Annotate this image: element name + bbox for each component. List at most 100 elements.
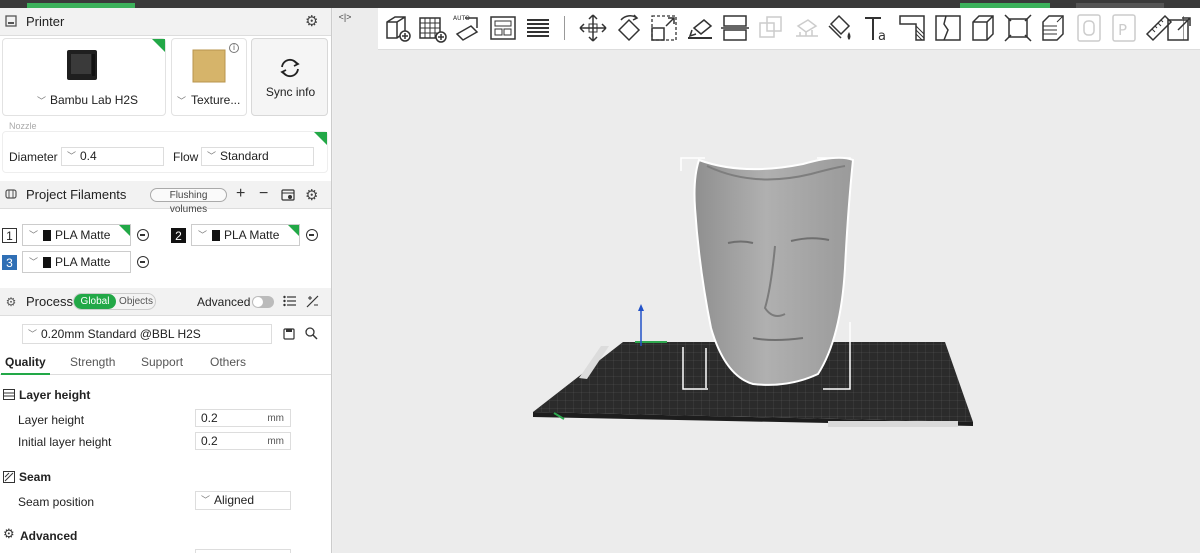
add-filament-icon[interactable]: + (236, 186, 245, 202)
plate-dropdown-chevron-icon: ﹀ (177, 96, 187, 106)
collapse-sidebar-icon[interactable]: <|> (335, 10, 355, 24)
seam-paint-icon[interactable] (932, 12, 964, 44)
flow-select[interactable]: ﹀ Standard (201, 147, 314, 166)
filament-number-1: 1 (2, 228, 17, 243)
remove-filament-icon[interactable]: − (259, 186, 268, 202)
mesh-boolean-icon[interactable] (755, 12, 787, 44)
printer-section-header[interactable]: Printer (0, 8, 331, 36)
seam-icon (3, 471, 15, 483)
advanced-group-title: Advanced (20, 529, 78, 543)
fuzzy-skin-icon[interactable] (1037, 12, 1069, 44)
arrange-grid-icon[interactable] (416, 12, 448, 44)
process-tabs: Quality Strength Support Others (0, 353, 331, 375)
filament-number-2: 2 (171, 228, 186, 243)
plate-name: Texture... (191, 93, 241, 107)
ams-sync-icon[interactable] (281, 189, 295, 201)
remove-filament-3-icon[interactable] (137, 256, 149, 268)
3d-viewport[interactable] (333, 8, 1200, 553)
objects-toggle-option[interactable]: Objects (116, 294, 156, 309)
printer-section-title: Printer (26, 14, 65, 29)
advanced-input-partial[interactable] (195, 549, 291, 553)
chevron-down-icon: ﹀ (28, 329, 38, 339)
tab-strength[interactable]: Strength (70, 355, 115, 369)
brim-ears-icon[interactable] (1073, 12, 1105, 44)
printer-card[interactable]: ﹀ Bambu Lab H2S (2, 38, 166, 116)
plate-card[interactable]: i ﹀ Texture... (171, 38, 247, 116)
layer-height-input[interactable]: 0.2 mm (195, 409, 291, 427)
layer-height-label: Layer height (18, 413, 85, 427)
add-object-icon[interactable] (381, 12, 413, 44)
tab-quality[interactable]: Quality (1, 355, 50, 375)
sync-icon (280, 58, 300, 78)
global-objects-toggle[interactable]: Global Objects (73, 293, 156, 310)
diameter-select[interactable]: ﹀ 0.4 (61, 147, 164, 166)
chevron-down-icon: ﹀ (29, 230, 39, 240)
initial-layer-height-input[interactable]: 0.2 mm (195, 432, 291, 450)
advanced-toggle[interactable] (252, 296, 274, 308)
assembly-icon[interactable] (967, 12, 999, 44)
support-paint-icon[interactable] (790, 12, 822, 44)
remove-filament-2-icon[interactable] (306, 229, 318, 241)
cut-icon[interactable] (719, 12, 751, 44)
texture-plate-image (192, 49, 226, 83)
slice-view-icon[interactable]: P (1108, 12, 1140, 44)
scene-canvas[interactable] (333, 8, 1200, 553)
move-icon[interactable] (577, 12, 609, 44)
main-toolbar: AUTO a P (378, 8, 1200, 50)
flushing-volumes-button[interactable]: Flushing volumes (150, 188, 227, 215)
filament-color-swatch (212, 230, 220, 241)
search-icon[interactable] (305, 327, 318, 340)
sync-info-label: Sync info (265, 85, 316, 99)
tab-support[interactable]: Support (141, 355, 183, 369)
layers-icon[interactable] (522, 12, 554, 44)
export-icon[interactable] (1164, 12, 1196, 44)
svg-text:a: a (878, 29, 886, 44)
printer-image (67, 50, 97, 80)
printer-dropdown-chevron-icon: ﹀ (37, 96, 47, 106)
filament-settings-gear-icon[interactable]: ⚙ (305, 188, 318, 203)
svg-text:AUTO: AUTO (453, 15, 470, 22)
process-gear-icon: ⚙ (5, 294, 17, 309)
process-section-title: Process (26, 294, 73, 309)
diameter-label: Diameter (9, 150, 58, 164)
measure-box-icon[interactable] (1002, 12, 1034, 44)
chevron-down-icon: ﹀ (67, 151, 77, 161)
compare-presets-icon[interactable] (306, 295, 319, 308)
chevron-down-icon: ﹀ (29, 257, 39, 267)
chevron-down-icon: ﹀ (207, 151, 217, 161)
tab-others[interactable]: Others (210, 355, 246, 369)
split-plates-icon[interactable] (487, 12, 519, 44)
seam-position-label: Seam position (18, 495, 95, 509)
rotate-icon[interactable] (613, 12, 645, 44)
seam-position-select[interactable]: ﹀ Aligned (195, 491, 291, 510)
flow-label: Flow (173, 150, 199, 164)
scale-icon[interactable] (648, 12, 680, 44)
advanced-label: Advanced (197, 295, 251, 309)
left-sidebar: Printer ⚙ ﹀ Bambu Lab H2S i ﹀ Texture...… (0, 8, 332, 553)
filaments-section-title: Project Filaments (26, 187, 127, 202)
seam-group-title: Seam (19, 470, 52, 484)
remove-filament-1-icon[interactable] (137, 229, 149, 241)
printer-name: Bambu Lab H2S (50, 93, 139, 107)
list-view-icon[interactable] (283, 295, 296, 307)
nozzle-label: Nozzle (9, 121, 37, 131)
printer-settings-gear-icon[interactable]: ⚙ (305, 14, 318, 29)
chevron-down-icon: ﹀ (201, 495, 211, 505)
process-preset-select[interactable]: ﹀ 0.20mm Standard @BBL H2S (22, 324, 272, 344)
info-icon[interactable]: i (229, 43, 239, 53)
filament-select-2[interactable]: ﹀ PLA Matte (191, 224, 300, 246)
top-progress-strip (0, 0, 1200, 8)
lay-on-face-icon[interactable] (684, 12, 716, 44)
auto-orient-icon[interactable]: AUTO (451, 12, 483, 44)
save-preset-icon[interactable] (283, 328, 295, 340)
text-icon[interactable]: a (861, 12, 893, 44)
color-paint-icon[interactable] (825, 12, 857, 44)
global-toggle-option[interactable]: Global (74, 294, 116, 309)
sync-info-button[interactable]: Sync info (251, 38, 328, 116)
filament-select-1[interactable]: ﹀ PLA Matte (22, 224, 131, 246)
advanced-gear-icon: ⚙ (3, 526, 15, 541)
printer-icon (4, 14, 18, 29)
variable-height-icon[interactable] (896, 12, 928, 44)
chevron-down-icon: ﹀ (198, 230, 208, 240)
filament-select-3[interactable]: ﹀ PLA Matte (22, 251, 131, 273)
